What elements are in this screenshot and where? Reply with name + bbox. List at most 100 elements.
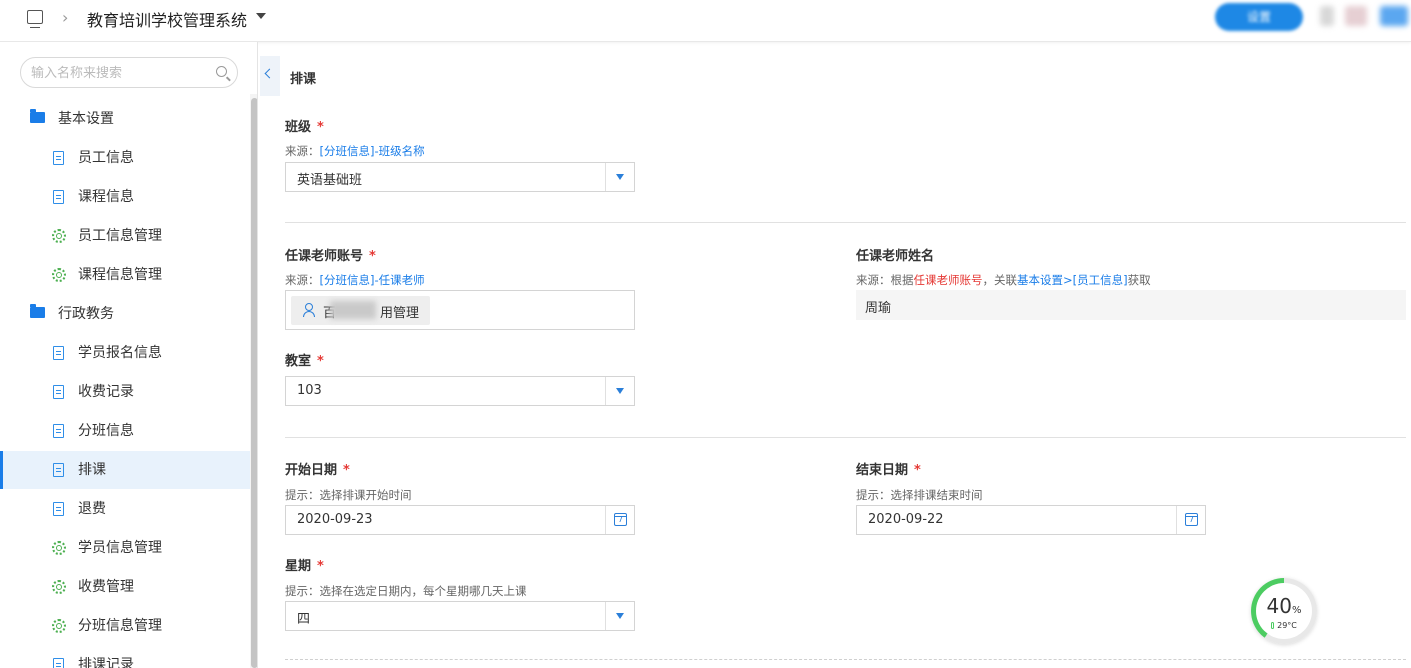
teacher-account-hint: 来源：[分班信息]-任课老师 — [285, 272, 425, 288]
sidebar-item-fee-management[interactable]: 收费管理 — [0, 568, 250, 606]
required-mark: * — [343, 463, 350, 478]
teacher-account-label-text: 任课老师账号 — [285, 249, 364, 264]
top-action-button[interactable]: 设置 — [1215, 3, 1303, 31]
sidebar-item-label: 学员信息管理 — [78, 540, 162, 556]
gauge-temperature: 29°C — [1256, 621, 1312, 630]
sidebar-item-fee-records[interactable]: 收费记录 — [0, 373, 250, 411]
gauge-percent-unit: % — [1291, 605, 1302, 616]
window-icon[interactable] — [27, 10, 43, 28]
section-divider — [285, 659, 1406, 660]
sidebar-item-label: 行政教务 — [58, 306, 114, 322]
required-mark: * — [317, 120, 324, 135]
gear-icon — [52, 268, 66, 282]
class-label: 班级 * — [285, 116, 324, 135]
end-date-calendar-button[interactable] — [1176, 506, 1205, 534]
end-date-label-text: 结束日期 — [856, 463, 909, 478]
sidebar: 基本设置 员工信息 课程信息 员工信息管理 课程信息管理 行政教务 学员报名信息… — [0, 42, 258, 668]
search-icon[interactable] — [216, 66, 227, 77]
thermometer-icon — [1271, 622, 1275, 629]
gear-icon — [52, 619, 66, 633]
sidebar-item-refund[interactable]: 退费 — [0, 490, 250, 528]
hint-prefix: 来源：根据 — [856, 273, 914, 287]
weekday-dropdown-button[interactable] — [605, 602, 634, 630]
classroom-dropdown-button[interactable] — [605, 377, 634, 405]
hint-field-reference: 任课老师账号 — [913, 273, 983, 287]
sidebar-item-schedule-records[interactable]: 排课记录 — [0, 646, 250, 668]
sidebar-item-label: 收费记录 — [78, 384, 134, 400]
selected-user-name-text: 用管理 — [380, 306, 420, 321]
class-select-value: 英语基础班 — [297, 173, 363, 188]
weekday-select[interactable]: 四 — [285, 601, 635, 631]
blurred-user-name — [330, 301, 376, 319]
required-mark: * — [914, 463, 921, 478]
teacher-source-link[interactable]: [分班信息]-任课老师 — [320, 273, 425, 287]
class-dropdown-button[interactable] — [605, 163, 634, 191]
chevron-right-icon: › — [62, 8, 69, 27]
app-title[interactable]: 教育培训学校管理系统 — [87, 7, 247, 31]
sidebar-group-basic-settings[interactable]: 基本设置 — [0, 100, 250, 138]
class-hint: 来源：[分班信息]-班级名称 — [285, 143, 425, 159]
sidebar-item-class-management[interactable]: 分班信息管理 — [0, 607, 250, 645]
document-icon — [53, 658, 64, 668]
gear-icon — [52, 580, 66, 594]
document-icon — [53, 424, 64, 438]
collapse-sidebar-button[interactable] — [260, 56, 280, 96]
sidebar-scrollbar[interactable] — [251, 98, 257, 668]
end-date-picker[interactable]: 2020-09-22 — [856, 505, 1206, 535]
selected-user-chip[interactable]: 百用管理 — [291, 296, 430, 325]
class-label-text: 班级 — [285, 120, 312, 135]
class-source-link[interactable]: [分班信息]-班级名称 — [320, 144, 425, 158]
start-date-label: 开始日期 * — [285, 459, 350, 478]
start-date-picker[interactable]: 2020-09-23 — [285, 505, 635, 535]
blurred-user-info — [1320, 6, 1334, 26]
start-date-hint: 提示：选择排课开始时间 — [285, 488, 412, 502]
sidebar-group-administration[interactable]: 行政教务 — [0, 295, 250, 333]
sidebar-item-label: 员工信息管理 — [78, 228, 162, 244]
sidebar-item-staff-info-management[interactable]: 员工信息管理 — [0, 217, 250, 255]
sidebar-item-student-management[interactable]: 学员信息管理 — [0, 529, 250, 567]
end-date-hint: 提示：选择排课结束时间 — [856, 488, 983, 502]
start-date-calendar-button[interactable] — [605, 506, 634, 534]
hint-middle: ，关联 — [982, 273, 1018, 287]
weekday-label: 星期 * — [285, 555, 324, 574]
chevron-left-icon — [264, 68, 275, 79]
sidebar-item-class-assignment[interactable]: 分班信息 — [0, 412, 250, 450]
gear-icon — [52, 541, 66, 555]
blurred-menu[interactable] — [1380, 6, 1408, 26]
gear-icon — [52, 229, 66, 243]
teacher-name-value: 周瑜 — [865, 301, 892, 316]
sidebar-item-label: 员工信息 — [78, 150, 134, 166]
sidebar-item-label: 基本设置 — [58, 111, 114, 127]
sidebar-item-staff-info[interactable]: 员工信息 — [0, 139, 250, 177]
start-date-label-text: 开始日期 — [285, 463, 338, 478]
gauge-percent-value: 40 — [1266, 594, 1292, 618]
folder-icon — [30, 304, 45, 318]
search-input[interactable] — [31, 64, 211, 82]
sidebar-item-student-enrollment[interactable]: 学员报名信息 — [0, 334, 250, 372]
sidebar-item-course-info[interactable]: 课程信息 — [0, 178, 250, 216]
folder-icon — [30, 109, 45, 123]
sidebar-item-label: 学员报名信息 — [78, 345, 162, 361]
teacher-name-hint: 来源：根据任课老师账号，关联基本设置>[员工信息]获取 — [856, 272, 1151, 288]
document-icon — [53, 385, 64, 399]
teacher-account-picker[interactable]: 百用管理 — [285, 290, 635, 330]
hint-prefix: 来源： — [285, 273, 320, 287]
calendar-icon — [1185, 513, 1198, 526]
gauge-face: 40% 29°C — [1256, 583, 1312, 639]
classroom-select[interactable]: 103 — [285, 376, 635, 406]
dropdown-caret-icon[interactable] — [256, 13, 266, 19]
sidebar-item-course-info-management[interactable]: 课程信息管理 — [0, 256, 250, 294]
staff-info-link[interactable]: 基本设置>[员工信息] — [1017, 273, 1128, 287]
system-monitor-widget[interactable]: 40% 29°C — [1251, 578, 1317, 644]
caret-down-icon — [616, 388, 624, 394]
hint-prefix: 来源： — [285, 144, 320, 158]
hint-suffix: 获取 — [1127, 273, 1151, 287]
required-mark: * — [317, 559, 324, 574]
sidebar-search[interactable] — [20, 57, 238, 88]
classroom-label-text: 教室 — [285, 354, 312, 369]
sidebar-item-scheduling[interactable]: 排课 — [0, 451, 250, 489]
class-select[interactable]: 英语基础班 — [285, 162, 635, 192]
blurred-avatar[interactable] — [1345, 6, 1367, 26]
document-icon — [53, 463, 64, 477]
section-divider — [285, 222, 1406, 223]
